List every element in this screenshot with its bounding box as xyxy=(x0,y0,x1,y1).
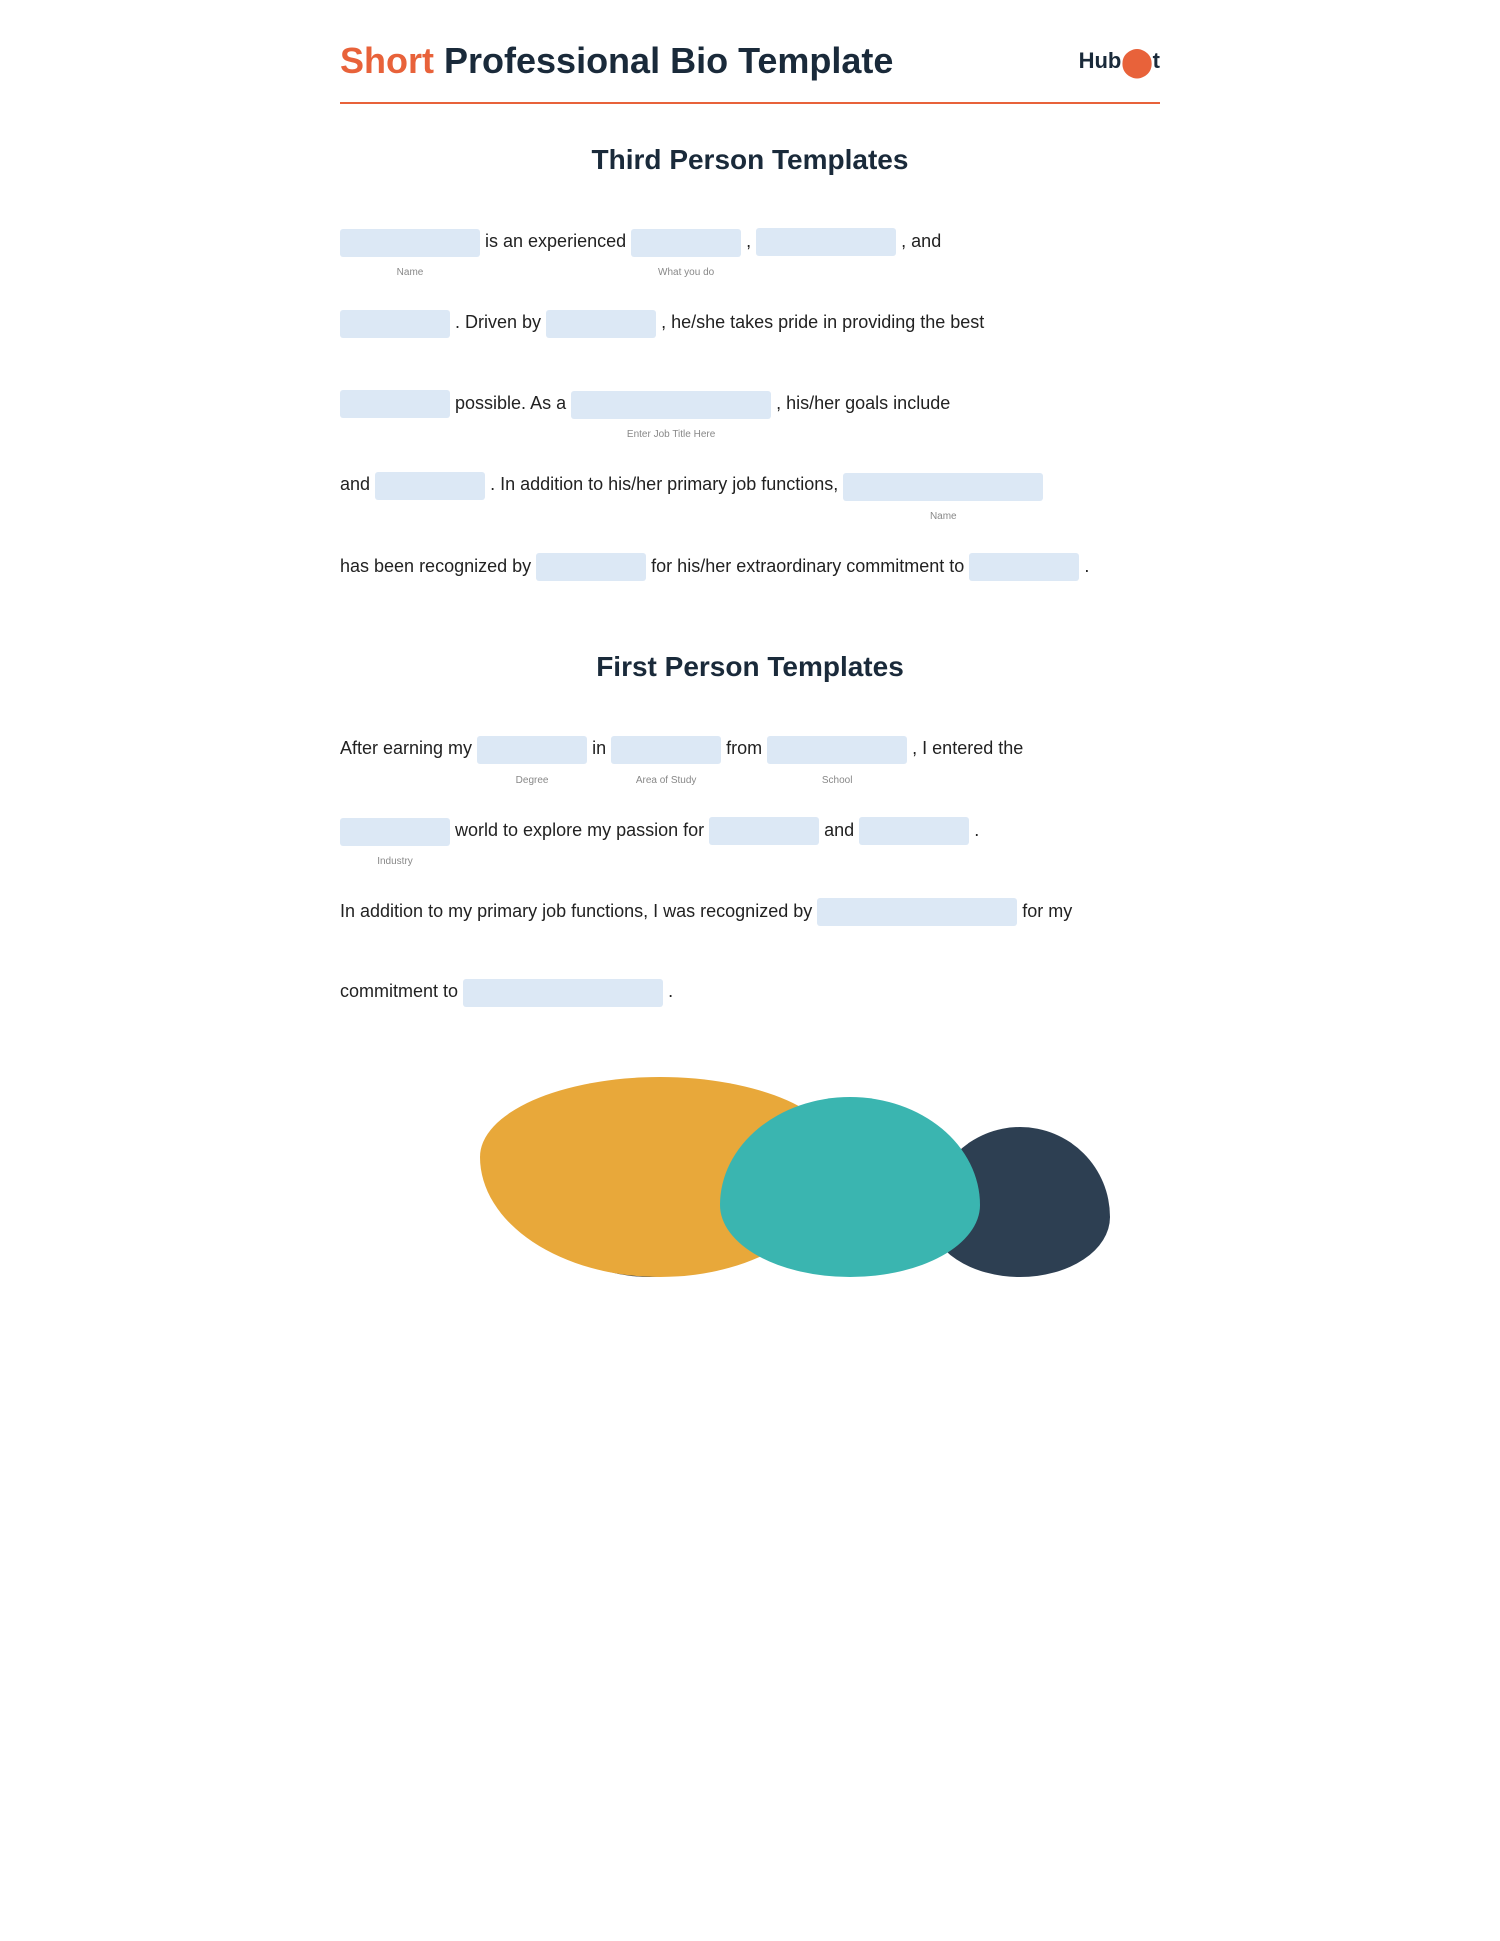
service-type-field[interactable] xyxy=(340,390,450,418)
industry-field[interactable] xyxy=(340,818,450,846)
text-is-an-experienced: is an experienced xyxy=(485,231,626,251)
motivation-field[interactable] xyxy=(546,310,656,338)
degree-field[interactable] xyxy=(477,736,587,764)
page-title: Short Professional Bio Template xyxy=(340,40,893,82)
first-person-section: First Person Templates After earning my … xyxy=(340,651,1160,1017)
text-from: from xyxy=(726,738,762,758)
title-rest: Professional Bio Template xyxy=(434,40,893,81)
header-rule xyxy=(340,102,1160,104)
text-world-explore: world to explore my passion for xyxy=(455,820,704,840)
name2-wrapper: Name xyxy=(843,460,1043,510)
name1-field[interactable] xyxy=(340,229,480,257)
name1-wrapper: Name xyxy=(340,217,480,267)
school-wrapper: School xyxy=(767,724,907,774)
fp-para-3: In addition to my primary job functions,… xyxy=(340,886,1160,936)
hubspot-dot: ⬤ xyxy=(1121,45,1152,78)
text-for-my: for my xyxy=(1022,901,1072,921)
text-and: and xyxy=(340,474,370,494)
hubspot-logo: Hub⬤t xyxy=(1079,45,1160,78)
hubspot-text: Hub xyxy=(1079,48,1122,74)
what-you-do-field[interactable] xyxy=(631,229,741,257)
para-5: has been recognized by for his/her extra… xyxy=(340,541,1160,591)
what-you-do-wrapper: What you do xyxy=(631,217,741,267)
field4-field[interactable] xyxy=(340,310,450,338)
fp-para-2: Industry world to explore my passion for… xyxy=(340,805,1160,856)
area-of-study-label: Area of Study xyxy=(636,767,697,795)
text-his-goals: , his/her goals include xyxy=(776,393,950,413)
text-driven-by: . Driven by xyxy=(455,312,541,332)
text-for-his: for his/her extraordinary commitment to xyxy=(651,556,964,576)
degree-wrapper: Degree xyxy=(477,724,587,774)
third-person-template: Name is an experienced What you do , , a… xyxy=(340,216,1160,591)
text-commitment-to: commitment to xyxy=(340,981,458,1001)
third-person-section: Third Person Templates Name is an experi… xyxy=(340,144,1160,591)
fp-commitment-field[interactable] xyxy=(463,979,663,1007)
fp-recognized-by-field[interactable] xyxy=(817,898,1017,926)
text-and1: and xyxy=(824,820,854,840)
area-of-study-field[interactable] xyxy=(611,736,721,764)
passion1-field[interactable] xyxy=(709,817,819,845)
text-he-she: , he/she takes pride in providing the be… xyxy=(661,312,984,332)
job-title-label: Enter Job Title Here xyxy=(627,421,715,449)
page-header: Short Professional Bio Template Hub⬤t xyxy=(340,40,1160,82)
para-1: Name is an experienced What you do , , a… xyxy=(340,216,1160,267)
text-period: . xyxy=(1084,556,1089,576)
industry-label: Industry xyxy=(377,848,413,876)
text-in-addition: . In addition to his/her primary job fun… xyxy=(490,474,838,494)
para-3: possible. As a Enter Job Title Here , hi… xyxy=(340,378,1160,429)
para-2: . Driven by , he/she takes pride in prov… xyxy=(340,297,1160,347)
school-label: School xyxy=(822,767,853,795)
decorative-blobs xyxy=(340,1077,1160,1277)
text-comma1: , xyxy=(746,231,756,251)
goal2-field[interactable] xyxy=(375,472,485,500)
job-title-wrapper: Enter Job Title Here xyxy=(571,379,771,429)
commitment-field[interactable] xyxy=(969,553,1079,581)
industry-wrapper: Industry xyxy=(340,806,450,856)
text-in: in xyxy=(592,738,606,758)
degree-label: Degree xyxy=(516,767,549,795)
what-you-do-label: What you do xyxy=(658,259,714,287)
job-title-field[interactable] xyxy=(571,391,771,419)
text-i-entered: , I entered the xyxy=(912,738,1023,758)
text-possible-as-a: possible. As a xyxy=(455,393,566,413)
field3-field[interactable] xyxy=(756,228,896,256)
text-in-addition-fp: In addition to my primary job functions,… xyxy=(340,901,812,921)
para-4: and . In addition to his/her primary job… xyxy=(340,459,1160,510)
name2-label: Name xyxy=(930,503,957,531)
recognized-by-field[interactable] xyxy=(536,553,646,581)
area-of-study-wrapper: Area of Study xyxy=(611,724,721,774)
text-period1: . xyxy=(974,820,979,840)
text-comma-and: , and xyxy=(901,231,941,251)
text-period2: . xyxy=(668,981,673,1001)
first-person-template: After earning my Degree in Area of Study… xyxy=(340,723,1160,1017)
title-short: Short xyxy=(340,40,434,81)
school-field[interactable] xyxy=(767,736,907,764)
text-after-earning: After earning my xyxy=(340,738,472,758)
fp-para-4: commitment to . xyxy=(340,966,1160,1016)
name1-label: Name xyxy=(397,259,424,287)
fp-para-1: After earning my Degree in Area of Study… xyxy=(340,723,1160,774)
first-person-title: First Person Templates xyxy=(340,651,1160,683)
passion2-field[interactable] xyxy=(859,817,969,845)
name2-field[interactable] xyxy=(843,473,1043,501)
third-person-title: Third Person Templates xyxy=(340,144,1160,176)
text-has-been: has been recognized by xyxy=(340,556,531,576)
